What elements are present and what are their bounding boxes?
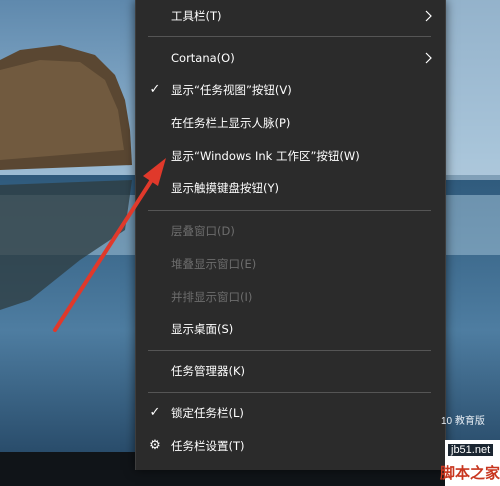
menu-item-show-people[interactable]: 在任务栏上显示人脉(P) [136, 108, 445, 138]
menu-separator [148, 210, 431, 211]
menu-item-label: 显示触摸键盘按钮(Y) [171, 181, 279, 195]
checkmark-icon: ✓ [149, 405, 161, 420]
watermark-edition-text: 10 教育版 [441, 416, 485, 427]
chevron-right-icon [425, 10, 432, 22]
menu-item-label: 堆叠显示窗口(E) [171, 257, 257, 271]
menu-item-show-touch-keyboard[interactable]: 显示触摸键盘按钮(Y) [136, 173, 445, 203]
menu-item-label: 任务管理器(K) [171, 364, 246, 378]
menu-item-label: Cortana(O) [171, 51, 235, 65]
watermark-brand: 脚本之家 [440, 465, 500, 482]
taskbar-context-menu: 工具栏(T) Cortana(O) ✓ 显示“任务视图”按钮(V) 在任务栏上显… [135, 0, 446, 470]
chevron-right-icon [425, 52, 432, 64]
menu-item-task-manager[interactable]: 任务管理器(K) [136, 356, 445, 386]
menu-item-label: 在任务栏上显示人脉(P) [171, 116, 291, 130]
menu-item-taskbar-settings[interactable]: ⚙ 任务栏设置(T) [136, 431, 445, 461]
menu-item-show-desktop[interactable]: 显示桌面(S) [136, 314, 445, 344]
menu-item-label: 显示“Windows Ink 工作区”按钮(W) [171, 149, 360, 163]
watermark-site: jb51.net [448, 444, 494, 456]
menu-item-label: 层叠窗口(D) [171, 224, 235, 238]
menu-item-toolbars[interactable]: 工具栏(T) [136, 1, 445, 31]
menu-item-cortana[interactable]: Cortana(O) [136, 43, 445, 73]
menu-item-label: 并排显示窗口(I) [171, 290, 253, 304]
menu-separator [148, 350, 431, 351]
menu-item-label: 显示“任务视图”按钮(V) [171, 83, 292, 97]
menu-item-label: 显示桌面(S) [171, 322, 234, 336]
menu-item-label: 锁定任务栏(L) [171, 406, 244, 420]
menu-separator [148, 392, 431, 393]
menu-item-stacked-windows: 堆叠显示窗口(E) [136, 249, 445, 279]
menu-item-label: 工具栏(T) [171, 9, 222, 23]
menu-item-show-windows-ink[interactable]: 显示“Windows Ink 工作区”按钮(W) [136, 141, 445, 171]
menu-separator [148, 36, 431, 37]
checkmark-icon: ✓ [149, 82, 161, 97]
menu-item-label: 任务栏设置(T) [171, 439, 245, 453]
menu-item-side-by-side-windows: 并排显示窗口(I) [136, 282, 445, 312]
gear-icon: ⚙ [149, 438, 161, 453]
menu-item-show-task-view[interactable]: ✓ 显示“任务视图”按钮(V) [136, 75, 445, 105]
menu-item-cascade-windows: 层叠窗口(D) [136, 216, 445, 246]
menu-item-lock-taskbar[interactable]: ✓ 锁定任务栏(L) [136, 398, 445, 428]
